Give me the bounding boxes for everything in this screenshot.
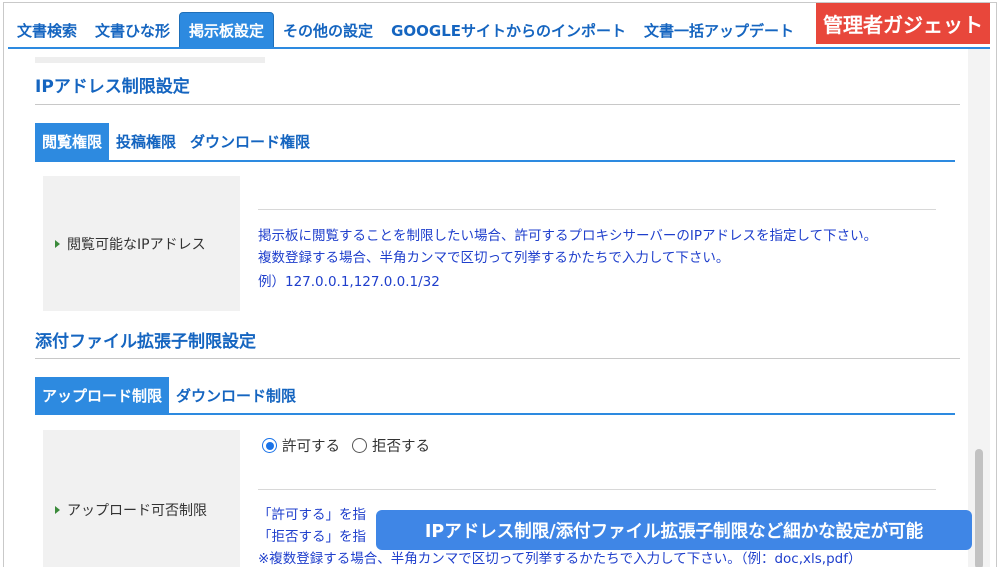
extension-tabs: アップロード制限 ダウンロード制限 [35,377,303,414]
radio-allow-label: 許可する [282,439,340,455]
radio-deny[interactable]: 拒否する [352,435,430,456]
extension-tabs-underline [35,413,955,415]
ip-section-rule [35,104,960,105]
ip-permission-tabs: 閲覧権限 投稿権限 ダウンロード権限 [35,123,317,160]
tab-view-permission[interactable]: 閲覧権限 [35,123,110,160]
radio-allow[interactable]: 許可する [262,435,340,456]
extension-input-rule [258,489,936,490]
extension-section-rule [35,358,960,359]
tab-bulk-document-update[interactable]: 文書一括アップデート [635,12,803,48]
view-ip-label: 閲覧可能なIPアドレス [67,237,206,253]
upload-permission-radios: 許可する 拒否する [262,435,442,456]
ip-row-label-cell: 閲覧可能なIPアドレス [43,176,240,311]
vertical-scrollbar[interactable] [968,49,990,567]
triangle-bullet-icon [55,240,60,248]
top-tab-bar: 文書検索 文書ひな形 掲示板設定 その他の設定 GOOGLEサイトからのインポー… [8,12,803,48]
extension-help-line-3: ※複数登録する場合、半角カンマで区切って列挙するかたちで入力して下さい。（例：d… [258,551,862,567]
ip-help-example: 例）127.0.0.1,127.0.0.1/32 [258,274,440,290]
ip-help-line-2: 複数登録する場合、半角カンマで区切って列挙するかたちで入力して下さい。 [258,250,730,266]
upload-row-label: アップロード可否制限 [55,500,207,520]
tab-google-sites-import[interactable]: GOOGLEサイトからのインポート [382,12,635,48]
ip-help-line-1: 掲示板に閲覧することを制限したい場合、許可するプロキシサーバーのIPアドレスを指… [258,228,878,244]
settings-panel: IPアドレス制限設定 閲覧権限 投稿権限 ダウンロード権限 閲覧可能なIPアドレ… [8,49,965,567]
upload-row-label-cell: アップロード可否制限 [43,430,240,567]
radio-checked-icon[interactable] [262,438,277,453]
tab-download-permission[interactable]: ダウンロード権限 [183,123,317,160]
previous-row-stub [35,57,265,63]
radio-unchecked-icon[interactable] [352,438,367,453]
extension-restriction-title: 添付ファイル拡張子制限設定 [35,332,256,352]
radio-deny-label: 拒否する [372,439,430,455]
tab-other-settings[interactable]: その他の設定 [274,12,382,48]
feature-banner: IPアドレス制限/添付ファイル拡張子制限など細かな設定が可能 [376,510,972,550]
admin-gadget-badge: 管理者ガジェット [816,3,990,44]
ip-tabs-underline [35,160,955,162]
ip-row-label: 閲覧可能なIPアドレス [55,234,206,254]
ip-restriction-title: IPアドレス制限設定 [35,77,190,97]
ip-input-rule [258,209,936,210]
tab-board-settings[interactable]: 掲示板設定 [179,12,275,48]
triangle-bullet-icon [55,506,60,514]
tab-document-templates[interactable]: 文書ひな形 [86,12,179,48]
tab-post-permission[interactable]: 投稿権限 [109,123,183,160]
upload-permission-label: アップロード可否制限 [67,503,207,519]
extension-help-line-2: 「拒否する」を指 [258,529,366,545]
tab-document-search[interactable]: 文書検索 [8,12,86,48]
tab-upload-restriction[interactable]: アップロード制限 [35,377,170,414]
tab-download-restriction[interactable]: ダウンロード制限 [169,377,303,414]
scrollbar-thumb[interactable] [975,449,983,567]
extension-help-line-1: 「許可する」を指 [258,507,366,523]
